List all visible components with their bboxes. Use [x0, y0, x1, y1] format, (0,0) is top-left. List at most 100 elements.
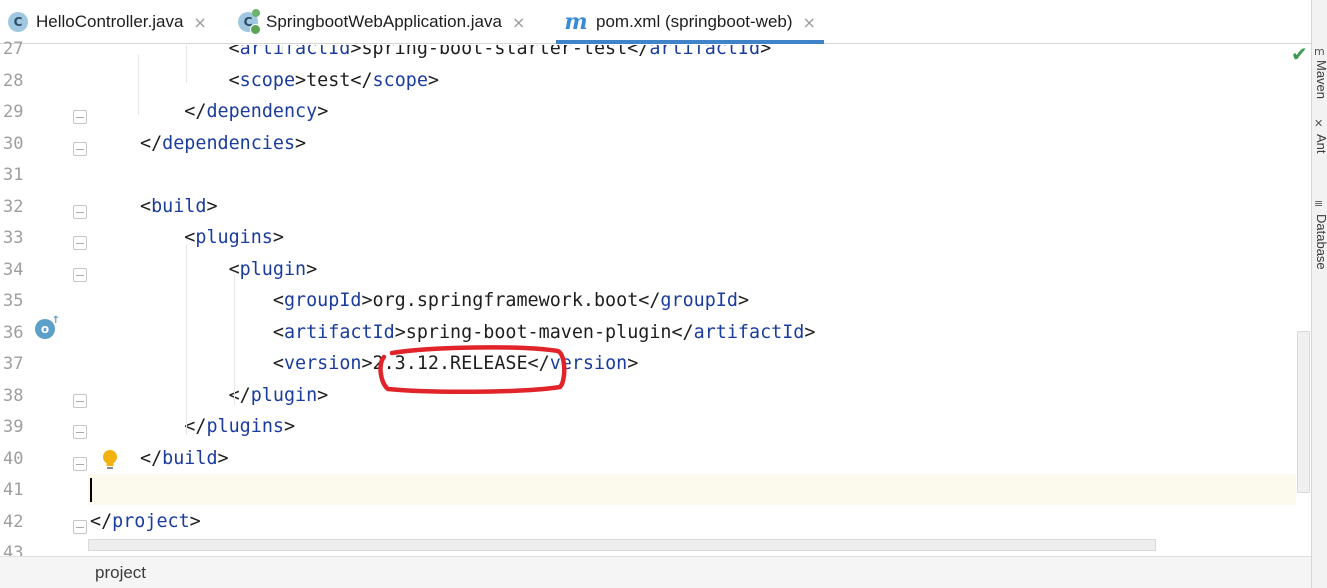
- tab-pom-xml[interactable]: m pom.xml (springboot-web) ×: [556, 0, 824, 44]
- fold-marker-icon[interactable]: [73, 110, 87, 124]
- xml-tag-name: dependency: [206, 101, 318, 122]
- xml-text: >: [317, 101, 329, 122]
- xml-tag-name: artifactId: [649, 45, 761, 59]
- xml-text: </: [140, 132, 163, 154]
- fold-marker-icon[interactable]: [73, 456, 87, 471]
- text-caret: [90, 478, 92, 502]
- xml-text: >: [189, 510, 201, 532]
- indent-guide: [138, 55, 139, 115]
- xml-text: <: [228, 45, 240, 59]
- vertical-scrollbar-thumb[interactable]: [1297, 331, 1310, 493]
- xml-text: <: [272, 290, 284, 311]
- line-number: 41: [3, 480, 24, 500]
- xml-tag-name: groupId: [660, 290, 738, 311]
- editor-tab-bar: C HelloController.java × C SpringbootWeb…: [0, 0, 1311, 44]
- line-number: 39: [3, 417, 24, 437]
- close-icon[interactable]: ×: [803, 13, 816, 32]
- line-number: 35: [3, 291, 24, 311]
- code-line: [88, 474, 1296, 505]
- right-tool-window-strip: m Maven ✕ Ant ≡ Database: [1311, 0, 1327, 588]
- xml-text: <: [228, 69, 240, 91]
- line-number: 29: [3, 102, 24, 122]
- tab-springboot-web-application[interactable]: C SpringbootWebApplication.java ×: [238, 0, 525, 44]
- close-icon[interactable]: ×: [512, 13, 525, 32]
- fold-marker-icon[interactable]: [73, 236, 87, 250]
- xml-tag-name: groupId: [283, 290, 362, 311]
- xml-text: </: [184, 101, 207, 122]
- toolwindow-ant[interactable]: Ant: [1314, 134, 1327, 154]
- xml-text: <: [272, 353, 284, 374]
- code-line: <version>2.3.12.RELEASE</version>: [138, 348, 1296, 379]
- toolwindow-maven[interactable]: Maven: [1314, 60, 1327, 99]
- xml-tag-name: project: [112, 510, 190, 532]
- xml-text: >test</: [295, 69, 373, 91]
- xml-text: >spring-boot-maven-plugin</: [394, 321, 694, 343]
- editor-gutter: 27 28 29 30 31 32 33 34 35 36 37 38 39 40 41 42 43: [0, 39, 88, 563]
- horizontal-scrollbar[interactable]: [88, 539, 1156, 551]
- indent-guide: [186, 245, 187, 435]
- xml-text: >: [206, 195, 218, 217]
- inspection-ok-icon[interactable]: ✔: [1291, 44, 1311, 64]
- code-line: <plugins>: [138, 222, 1296, 253]
- code-line: </plugin>: [138, 380, 1296, 411]
- fold-marker-icon[interactable]: [73, 425, 87, 439]
- line-number: 28: [3, 70, 24, 91]
- xml-tag-name: plugins: [195, 227, 273, 248]
- xml-text: </: [184, 416, 207, 437]
- code-line: <artifactId>spring-boot-maven-plugin</ar…: [138, 317, 1296, 348]
- xml-text: >: [804, 321, 816, 343]
- line-number: 27: [3, 39, 24, 59]
- xml-tag-name: build: [151, 195, 207, 217]
- spring-app-icon: C: [238, 9, 261, 35]
- line-number: 32: [3, 196, 24, 217]
- code-line: <groupId>org.springframework.boot</group…: [138, 285, 1296, 316]
- fold-marker-icon[interactable]: [73, 141, 87, 156]
- tab-hello-controller[interactable]: C HelloController.java ×: [8, 0, 207, 44]
- xml-text: >: [427, 69, 439, 91]
- line-number: 38: [3, 385, 24, 406]
- code-line: </dependency>: [138, 96, 1296, 127]
- close-icon[interactable]: ×: [193, 13, 206, 32]
- indent-guide: [186, 45, 187, 83]
- xml-tag-name: artifactId: [239, 45, 351, 59]
- indent-guide: [234, 275, 235, 405]
- xml-tag-name: plugin: [250, 384, 318, 406]
- fold-marker-icon[interactable]: [73, 204, 87, 219]
- fold-marker-icon[interactable]: [73, 393, 87, 408]
- line-number: 37: [3, 354, 24, 374]
- line-number: 34: [3, 259, 24, 280]
- xml-text: >: [295, 132, 307, 154]
- xml-text: >: [627, 353, 639, 374]
- xml-text: >: [217, 447, 229, 469]
- xml-tag-name: version: [283, 353, 362, 374]
- breadcrumb: project: [0, 556, 1311, 588]
- toolwindow-database[interactable]: Database: [1314, 214, 1327, 270]
- maven-tool-icon: m: [1314, 45, 1325, 58]
- tab-label: HelloController.java: [36, 12, 184, 31]
- database-tool-icon: ≡: [1314, 197, 1324, 210]
- xml-text: >: [760, 45, 772, 59]
- line-number: 36: [3, 322, 24, 343]
- tab-label: SpringbootWebApplication.java: [266, 12, 502, 31]
- breadcrumb-item-project[interactable]: project: [95, 563, 146, 583]
- xml-text: >: [272, 227, 284, 248]
- code-line: <plugin>: [138, 254, 1296, 285]
- code-line: </build>: [138, 443, 1296, 474]
- xml-text: </: [228, 384, 251, 406]
- run-gutter-icon[interactable]: o: [35, 315, 60, 339]
- code-editor[interactable]: <artifactId>spring-boot-starter-test</ar…: [88, 45, 1296, 551]
- fold-marker-icon[interactable]: [73, 519, 87, 534]
- fold-marker-icon[interactable]: [73, 267, 87, 282]
- code-line: </plugins>: [138, 411, 1296, 442]
- xml-text: </: [140, 447, 163, 469]
- ant-tool-icon: ✕: [1314, 117, 1324, 130]
- code-line: </project>: [88, 506, 1296, 537]
- indent-guide: [282, 45, 283, 53]
